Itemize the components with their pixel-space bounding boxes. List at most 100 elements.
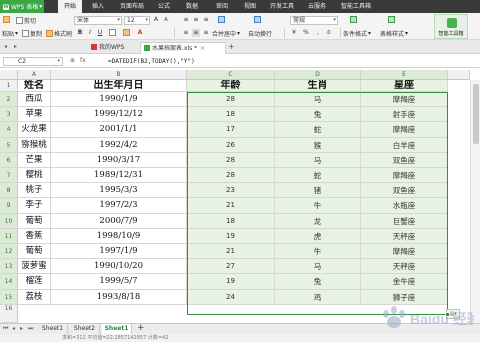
currency-button[interactable]: ¥ — [290, 29, 298, 37]
zoom-icon[interactable]: ⊕ — [70, 57, 75, 64]
tab-my-wps[interactable]: 我的WPS — [88, 42, 138, 54]
tab-spreadsheet[interactable]: 水果档案表.xls * × — [140, 42, 226, 54]
next-sheet-icon[interactable]: ▸ — [20, 324, 23, 334]
table-cell[interactable]: 荔枝 — [18, 289, 51, 305]
table-cell[interactable]: 龙 — [275, 213, 361, 229]
tab-home[interactable]: 开始 — [58, 0, 82, 13]
row-header-5[interactable]: 5 — [0, 137, 18, 153]
tab-view[interactable]: 视图 — [240, 0, 260, 13]
name-box[interactable]: C2 ▾ — [3, 57, 63, 66]
align-right-button[interactable]: ≡ — [202, 29, 210, 37]
wrap-text-button[interactable]: 自动换行 — [248, 29, 272, 38]
row-header-6[interactable]: 6 — [0, 152, 18, 168]
table-cell[interactable]: 蛇 — [275, 168, 361, 184]
table-cell[interactable]: 兔 — [275, 107, 361, 123]
underline-button[interactable]: U — [96, 29, 104, 37]
column-header-c[interactable]: C — [187, 70, 275, 80]
table-cell[interactable]: 射手座 — [361, 107, 448, 123]
table-cell[interactable]: 24 — [187, 289, 275, 305]
table-cell[interactable]: 21 — [187, 244, 275, 260]
close-icon[interactable]: × — [200, 45, 205, 52]
row-header-9[interactable]: 9 — [0, 198, 18, 214]
shrink-font-button[interactable]: A — [162, 16, 170, 24]
table-cell[interactable]: 蛇 — [275, 122, 361, 138]
cut-button[interactable]: 剪切 — [16, 16, 36, 25]
table-cell[interactable]: 1993/8/18 — [51, 289, 187, 305]
align-top-button[interactable]: ≡ — [182, 16, 190, 24]
scrollbar-thumb[interactable] — [473, 84, 479, 144]
table-cell[interactable]: 猴 — [275, 137, 361, 153]
prev-sheet-icon[interactable]: ◂ — [12, 324, 15, 334]
new-tab-icon[interactable]: + — [228, 42, 235, 51]
table-cell[interactable]: 葡萄 — [18, 213, 51, 229]
fx-icon[interactable]: fx — [80, 57, 86, 64]
table-cell[interactable]: 鸡 — [275, 289, 361, 305]
table-cell[interactable]: 双鱼座 — [361, 183, 448, 199]
table-cell[interactable]: 牛 — [275, 244, 361, 260]
font-size-select[interactable]: 12 ▾ — [124, 16, 150, 25]
table-cell[interactable]: 1997/2/3 — [51, 198, 187, 214]
table-cell[interactable]: 18 — [187, 107, 275, 123]
column-header-e[interactable]: E — [361, 70, 448, 80]
table-cell[interactable]: 白羊座 — [361, 137, 448, 153]
sheet-tab-3[interactable]: Sheet1 — [102, 324, 132, 334]
last-sheet-icon[interactable]: ⏭ — [28, 324, 33, 334]
merge-center-button[interactable]: 合并居中 ▾ — [212, 29, 240, 38]
sheet-tab-2[interactable]: Sheet2 — [70, 324, 100, 334]
table-cell[interactable]: 1990/10/20 — [51, 259, 187, 275]
table-cell[interactable]: 28 — [187, 168, 275, 184]
table-cell[interactable]: 李子 — [18, 198, 51, 214]
table-cell[interactable]: 马 — [275, 152, 361, 168]
table-cell[interactable]: 26 — [187, 137, 275, 153]
tab-developer[interactable]: 开发工具 — [266, 0, 298, 13]
select-all-corner[interactable] — [0, 70, 18, 80]
column-header-a[interactable]: A — [18, 70, 51, 80]
format-painter-button[interactable]: 格式刷 — [46, 29, 72, 38]
table-cell[interactable]: 火龙果 — [18, 122, 51, 138]
table-cell[interactable]: 猕猴桃 — [18, 137, 51, 153]
table-cell[interactable]: 17 — [187, 122, 275, 138]
fill-color-button[interactable] — [122, 29, 130, 37]
table-cell[interactable]: 1997/1/9 — [51, 244, 187, 260]
increase-decimal-button[interactable]: .0 — [324, 29, 332, 37]
table-cell[interactable]: 狮子座 — [361, 289, 448, 305]
row-header-2[interactable]: 2 — [0, 92, 18, 108]
table-cell[interactable]: 芒果 — [18, 152, 51, 168]
table-cell[interactable]: 2000/7/9 — [51, 213, 187, 229]
align-left-button[interactable]: ≡ — [182, 29, 190, 37]
table-cell[interactable]: 摩羯座 — [361, 92, 448, 108]
align-center-button[interactable]: ≡ — [192, 29, 200, 37]
row-header-12[interactable]: 12 — [0, 244, 18, 260]
table-style-button[interactable]: 表格样式 ▾ — [380, 29, 408, 38]
number-format-select[interactable]: 常规 ▾ — [290, 16, 338, 25]
thousands-button[interactable]: , — [314, 29, 322, 37]
nav-forward-icon[interactable]: ▸ — [14, 43, 17, 50]
table-cell[interactable]: 苹果 — [18, 107, 51, 123]
tab-smart-toolbox[interactable]: 智能工具箱 — [336, 0, 376, 13]
table-cell[interactable]: 1999/12/12 — [51, 107, 187, 123]
table-cell[interactable]: 菠萝蜜 — [18, 259, 51, 275]
table-cell[interactable]: 马 — [275, 259, 361, 275]
table-cell[interactable]: 1989/12/31 — [51, 168, 187, 184]
table-cell[interactable]: 双鱼座 — [361, 152, 448, 168]
table-cell[interactable]: 19 — [187, 274, 275, 290]
formula-input[interactable]: =DATEDIF(B2,TODAY(),"Y") — [108, 57, 195, 66]
row-header-7[interactable]: 7 — [0, 168, 18, 184]
first-sheet-icon[interactable]: ⏮ — [3, 324, 8, 334]
table-cell[interactable]: 葡萄 — [18, 244, 51, 260]
table-cell[interactable]: 摩羯座 — [361, 122, 448, 138]
table-cell[interactable]: 兔 — [275, 274, 361, 290]
table-cell[interactable]: 1992/4/2 — [51, 137, 187, 153]
merge-icon-button[interactable] — [218, 16, 225, 23]
table-cell[interactable]: 天秤座 — [361, 228, 448, 244]
table-cell[interactable]: 摩羯座 — [361, 168, 448, 184]
add-sheet-icon[interactable]: + — [137, 323, 145, 333]
table-cell[interactable]: 21 — [187, 198, 275, 214]
align-bottom-button[interactable]: ≡ — [202, 16, 210, 24]
row-header-1[interactable]: 1 — [0, 80, 18, 92]
table-cell[interactable]: 虎 — [275, 228, 361, 244]
table-cell[interactable]: 23 — [187, 183, 275, 199]
table-cell[interactable]: 19 — [187, 228, 275, 244]
conditional-format-icon-button[interactable] — [350, 16, 357, 23]
align-middle-button[interactable]: ≡ — [192, 16, 200, 24]
